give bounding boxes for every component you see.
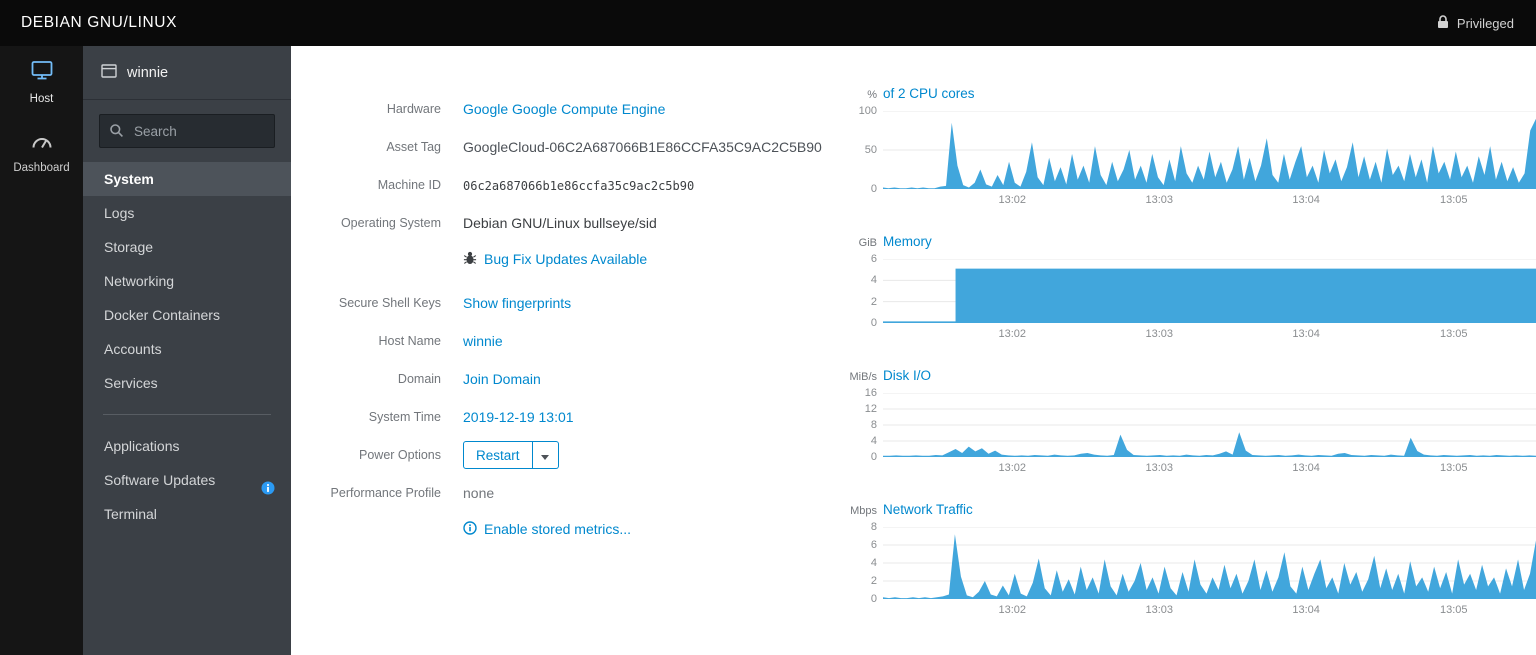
sidebar-search — [99, 114, 275, 148]
hardware-row: Hardware Google Google Compute Engine — [311, 90, 843, 128]
sidebar-item-applications[interactable]: Applications — [83, 429, 291, 463]
dashboard-gauge-icon — [30, 131, 54, 155]
memory-x-axis: 13:02 13:03 13:04 13:05 — [998, 328, 1468, 340]
asset-tag-label: Asset Tag — [386, 140, 441, 154]
disk-io-unit-label: MiB/s — [849, 371, 878, 383]
sidebar-item-services[interactable]: Services — [83, 366, 291, 400]
memory-plot-area — [883, 259, 1536, 323]
main-content: Hardware Google Google Compute Engine As… — [291, 46, 1536, 655]
join-domain-link[interactable]: Join Domain — [463, 371, 541, 387]
network-x-axis: 13:02 13:03 13:04 13:05 — [998, 604, 1468, 616]
cpu-chart: % of 2 CPU cores 0 50 100 13:02 13:03 13:04 1… — [843, 86, 1536, 210]
hardware-link[interactable]: Google Google Compute Engine — [463, 101, 665, 117]
rail-item-dashboard[interactable]: Dashboard — [0, 117, 83, 186]
memory-y-axis: 0246 — [870, 253, 877, 329]
sidebar: winnie System Logs Storage Networking Do… — [83, 46, 291, 655]
memory-chart-title[interactable]: Memory — [883, 234, 932, 249]
caret-down-icon — [541, 448, 550, 463]
system-time-link[interactable]: 2019-12-19 13:01 — [463, 409, 574, 425]
sidebar-divider — [103, 414, 271, 415]
os-row: Operating System Debian GNU/Linux bullse… — [311, 204, 843, 242]
cpu-chart-title[interactable]: of 2 CPU cores — [883, 86, 975, 101]
system-overview: Hardware Google Google Compute Engine As… — [291, 46, 843, 655]
performance-profile-value: none — [463, 485, 495, 501]
cpu-y-axis: 0 50 100 — [858, 105, 877, 195]
system-time-row: System Time 2019-12-19 13:01 — [311, 398, 843, 436]
bug-fix-updates-link[interactable]: Bug Fix Updates Available — [484, 251, 647, 267]
os-label: Operating System — [340, 216, 441, 230]
sidebar-item-system[interactable]: System — [83, 162, 291, 196]
hardware-label: Hardware — [386, 102, 441, 116]
hostname-row: Host Name winnie — [311, 322, 843, 360]
terminal-icon — [101, 63, 117, 82]
power-options-row: Power Options Restart — [311, 436, 843, 474]
sidebar-item-accounts[interactable]: Accounts — [83, 332, 291, 366]
metrics-charts: % of 2 CPU cores 0 50 100 13:02 13:03 13:04 1… — [843, 46, 1536, 655]
ssh-keys-label: Secure Shell Keys — [338, 296, 441, 310]
performance-profile-label: Performance Profile — [330, 486, 441, 500]
asset-tag-value: GoogleCloud-06C2A687066B1E86CCFA35C9AC2C… — [463, 139, 822, 155]
nav-rail: Host Dashboard — [0, 46, 83, 655]
privileged-button[interactable]: Privileged — [1437, 14, 1514, 32]
disk-io-y-axis: 0 4 8 12 16 — [864, 387, 877, 463]
cpu-x-axis: 13:02 13:03 13:04 13:05 — [998, 194, 1468, 206]
sidebar-hostname: winnie — [127, 64, 169, 81]
show-fingerprints-link[interactable]: Show fingerprints — [463, 295, 571, 311]
os-value: Debian GNU/Linux bullseye/sid — [463, 215, 657, 231]
rail-item-host[interactable]: Host — [0, 46, 83, 117]
network-unit-label: Mbps — [850, 505, 877, 517]
hostname-link[interactable]: winnie — [463, 333, 503, 349]
disk-io-x-axis: 13:02 13:03 13:04 13:05 — [998, 462, 1468, 474]
cpu-plot-area — [883, 111, 1536, 189]
bug-icon — [463, 251, 477, 268]
restart-button[interactable]: Restart — [463, 441, 533, 469]
network-y-axis: 02468 — [870, 521, 877, 605]
sidebar-item-networking[interactable]: Networking — [83, 264, 291, 298]
enable-stored-metrics-link[interactable]: Enable stored metrics... — [484, 521, 631, 537]
lock-icon — [1437, 14, 1449, 32]
memory-unit-label: GiB — [858, 237, 877, 249]
machine-id-row: Machine ID 06c2a687066b1e86ccfa35c9ac2c5… — [311, 166, 843, 204]
performance-profile-row: Performance Profile none — [311, 474, 843, 512]
network-traffic-chart: Mbps Network Traffic 02468 13:02 13:03 13:… — [843, 502, 1536, 620]
masthead: DEBIAN GNU/LINUX Privileged — [0, 0, 1536, 46]
sidebar-item-storage[interactable]: Storage — [83, 230, 291, 264]
hostname-label: Host Name — [378, 334, 441, 348]
sidebar-item-terminal[interactable]: Terminal — [83, 497, 291, 531]
sidebar-item-software-updates[interactable]: Software Updates — [83, 463, 291, 497]
disk-io-chart-title[interactable]: Disk I/O — [883, 368, 931, 383]
rail-host-label: Host — [29, 93, 54, 105]
privileged-label: Privileged — [1456, 15, 1514, 31]
cpu-unit-label: % — [867, 89, 877, 101]
sidebar-item-docker[interactable]: Docker Containers — [83, 298, 291, 332]
brand-title: DEBIAN GNU/LINUX — [21, 14, 178, 31]
restart-dropdown-toggle[interactable] — [532, 441, 559, 469]
machine-id-label: Machine ID — [377, 178, 441, 192]
host-icon — [30, 60, 54, 86]
domain-row: Domain Join Domain — [311, 360, 843, 398]
asset-tag-row: Asset Tag GoogleCloud-06C2A687066B1E86CC… — [311, 128, 843, 166]
power-split-button: Restart — [463, 441, 559, 469]
ssh-keys-row: Secure Shell Keys Show fingerprints — [311, 284, 843, 322]
disk-io-plot-area — [883, 393, 1536, 457]
power-options-label: Power Options — [359, 448, 441, 462]
sidebar-item-logs[interactable]: Logs — [83, 196, 291, 230]
search-input[interactable] — [99, 114, 275, 148]
network-plot-area — [883, 527, 1536, 599]
host-selector[interactable]: winnie — [83, 46, 291, 100]
search-icon — [109, 123, 124, 143]
system-time-label: System Time — [368, 410, 441, 424]
sidebar-nav: System Logs Storage Networking Docker Co… — [83, 162, 291, 531]
domain-label: Domain — [397, 372, 441, 386]
software-updates-label: Software Updates — [104, 472, 216, 488]
disk-io-chart: MiB/s Disk I/O 0 4 8 12 16 13:02 13:03 13:04 13… — [843, 368, 1536, 478]
info-circle-icon — [463, 520, 477, 538]
stored-metrics-row: Enable stored metrics... — [311, 512, 843, 546]
rail-dashboard-label: Dashboard — [13, 162, 70, 174]
updates-row: Bug Fix Updates Available — [311, 242, 843, 276]
machine-id-value: 06c2a687066b1e86ccfa35c9ac2c5b90 — [463, 179, 695, 193]
network-chart-title[interactable]: Network Traffic — [883, 502, 973, 517]
memory-chart: GiB Memory 0246 13:02 13:03 13:04 13:05 — [843, 234, 1536, 344]
